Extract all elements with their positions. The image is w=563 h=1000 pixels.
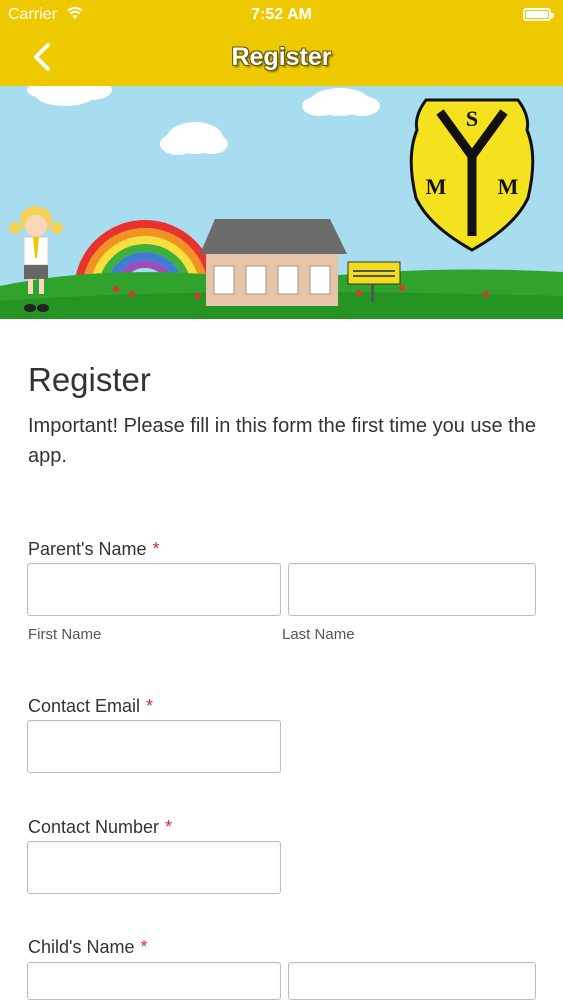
- clock: 7:52 AM: [251, 6, 312, 23]
- child-name-label: Child's Name *: [28, 937, 148, 958]
- battery-icon: [523, 8, 554, 21]
- parent-name-label-text: Parent's Name: [28, 539, 147, 559]
- form-title: Register: [28, 361, 151, 398]
- crest-letter-m-right: M: [498, 174, 519, 199]
- parent-name-label: Parent's Name *: [28, 539, 160, 560]
- contact-email-label-text: Contact Email: [28, 696, 141, 716]
- child-last-name-input[interactable]: [288, 962, 536, 1000]
- required-marker: *: [140, 937, 148, 957]
- page-title: Register: [231, 43, 332, 71]
- contact-number-input[interactable]: [27, 841, 281, 894]
- contact-number-label: Contact Number *: [28, 817, 172, 838]
- child-first-name-input[interactable]: [27, 962, 281, 1000]
- last-name-sublabel: Last Name: [282, 626, 355, 643]
- status-bar: Carrier 7:52 AM: [0, 0, 563, 30]
- school-banner: S M M: [0, 86, 563, 319]
- navigation-bar: Register: [0, 30, 563, 86]
- child-name-label-text: Child's Name: [28, 937, 135, 957]
- contact-email-label: Contact Email *: [28, 696, 153, 717]
- contact-number-label-text: Contact Number: [28, 817, 160, 837]
- required-marker: *: [146, 696, 154, 716]
- school-building: [200, 219, 347, 306]
- parent-last-name-input[interactable]: [288, 563, 536, 616]
- first-name-sublabel: First Name: [28, 626, 102, 643]
- crest-letter-s: S: [466, 106, 478, 131]
- form-description: Important! Please fill in this form the …: [28, 415, 536, 467]
- required-marker: *: [152, 539, 160, 559]
- parent-first-name-input[interactable]: [27, 563, 281, 616]
- contact-email-input[interactable]: [27, 720, 281, 773]
- required-marker: *: [165, 817, 173, 837]
- crest-letter-m-left: M: [426, 174, 447, 199]
